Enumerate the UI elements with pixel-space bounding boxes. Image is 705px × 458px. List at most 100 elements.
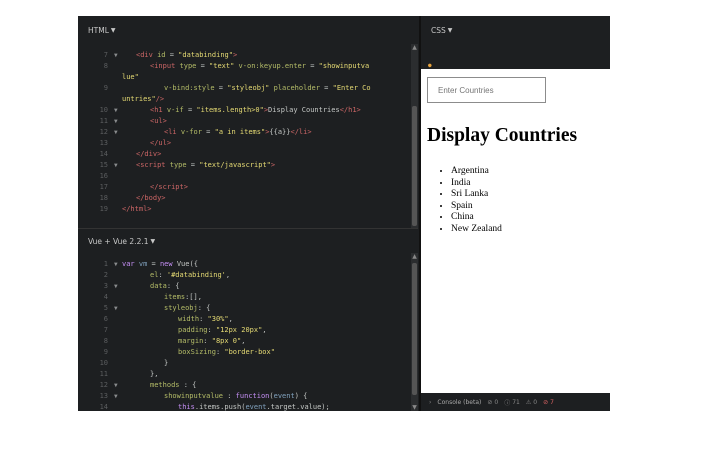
line-number: 16: [99, 172, 108, 180]
code-line: 1 ▼ var vm = new Vue({: [78, 259, 408, 270]
line-number: 7: [103, 326, 108, 334]
line-number: 3: [103, 282, 108, 290]
code-line: 5 ▼ styleobj: {: [78, 303, 408, 314]
error-icon: ⊘: [543, 398, 549, 406]
scroll-up-icon[interactable]: ▲: [411, 253, 418, 260]
js-scrollbar[interactable]: ▲ ▼: [411, 253, 418, 411]
fold-toggle-icon[interactable]: ▼: [114, 105, 118, 116]
line-number: 12: [99, 381, 108, 389]
code-line: 7 padding: "12px 20px",: [78, 325, 408, 336]
css-panel-header[interactable]: CSS ▼: [421, 16, 610, 44]
html-scrollbar[interactable]: ▲: [411, 44, 418, 228]
chevron-down-icon[interactable]: ▼: [448, 27, 453, 34]
count-value: 0: [533, 398, 538, 406]
code-text: showinputvalue : function(event) {: [164, 392, 308, 400]
display-heading: Display Countries: [427, 125, 578, 146]
console-error-count[interactable]: ⊘ 7: [543, 399, 554, 406]
console-bar[interactable]: › Console (beta) ⊘ 0 ⓘ 71 ⚠ 0 ⊘ 7: [421, 393, 610, 411]
console-count[interactable]: ⓘ 71: [504, 398, 520, 407]
code-text: width: "30%",: [178, 315, 233, 323]
line-number: 18: [99, 194, 108, 202]
info-icon: ⓘ: [504, 399, 511, 407]
code-text: </script>: [150, 183, 188, 191]
code-text: }: [164, 359, 169, 367]
code-line: 7 ▼ <div id = "databinding">: [78, 50, 408, 61]
line-number: 12: [99, 128, 108, 136]
fold-toggle-icon[interactable]: ▼: [114, 303, 118, 314]
code-line: 6 width: "30%",: [78, 314, 408, 325]
line-number: 19: [99, 205, 108, 213]
code-line: 13 ▼ showinputvalue : function(event) {: [78, 391, 408, 402]
line-number: 14: [99, 403, 108, 411]
code-text: lue": [122, 73, 139, 81]
count-value: 0: [494, 398, 499, 406]
country-list: ArgentinaIndiaSri LankaSpainChinaNew Zea…: [427, 166, 502, 235]
line-number: 13: [99, 139, 108, 147]
console-count[interactable]: ⚠ 0: [526, 399, 537, 406]
fold-toggle-icon[interactable]: ▼: [114, 259, 118, 270]
code-line: 4 items:[],: [78, 292, 408, 303]
code-text: margin: "8px 0",: [178, 337, 246, 345]
console-label[interactable]: Console (beta): [437, 399, 481, 406]
code-text: },: [150, 370, 159, 378]
code-text: el: '#databinding',: [150, 271, 231, 279]
scroll-down-icon[interactable]: ▼: [411, 404, 418, 411]
code-line: 13 </ul>: [78, 138, 408, 149]
code-text: <li v-for = "a in items">{{a}}</li>: [164, 128, 312, 136]
code-line: 15 ▼ <script type = "text/javascript">: [78, 160, 408, 171]
warning-icon: ⚠: [525, 398, 532, 406]
code-line: 8 <input type = "text" v-on:keyup.enter =…: [78, 61, 408, 72]
country-item: Sri Lanka: [451, 189, 502, 201]
html-panel-header[interactable]: HTML ▼: [78, 16, 418, 44]
js-panel-header[interactable]: Vue + Vue 2.2.1 ▼: [78, 229, 418, 253]
code-text: untries"/>: [122, 95, 165, 103]
code-line: 2 el: '#databinding',: [78, 270, 408, 281]
html-panel-title: HTML: [88, 25, 109, 35]
line-number: 1: [103, 260, 108, 268]
line-number: 14: [99, 150, 108, 158]
html-code-editor[interactable]: 7 ▼ <div id = "databinding"> 8 <input type =…: [78, 44, 408, 228]
code-line: 12 ▼ <li v-for = "a in items">{{a}}</li>: [78, 127, 408, 138]
fold-toggle-icon[interactable]: ▼: [114, 116, 118, 127]
line-number: 7: [103, 51, 108, 59]
scroll-thumb[interactable]: [412, 263, 417, 395]
code-text: <script type = "text/javascript">: [136, 161, 276, 169]
country-item: India: [451, 178, 502, 190]
chevron-right-icon[interactable]: ›: [429, 399, 431, 406]
line-number: 10: [99, 106, 108, 114]
css-panel-title: CSS: [431, 25, 446, 35]
fold-toggle-icon[interactable]: ▼: [114, 281, 118, 292]
count-value: 7: [550, 398, 554, 406]
fold-toggle-icon[interactable]: ▼: [114, 127, 118, 138]
js-panel-title: Vue + Vue 2.2.1: [88, 236, 149, 246]
country-input[interactable]: [427, 77, 546, 103]
country-item: China: [451, 212, 502, 224]
fold-toggle-icon[interactable]: ▼: [114, 391, 118, 402]
line-number: 8: [103, 62, 108, 70]
line-number: 9: [103, 84, 108, 92]
scroll-thumb[interactable]: [412, 106, 417, 226]
code-text: var vm = new Vue({: [122, 260, 198, 268]
line-number: 11: [99, 370, 108, 378]
code-text: data: {: [150, 282, 180, 290]
code-text: <h1 v-if = "items.length>0">Display Coun…: [150, 106, 361, 114]
code-text: methods : {: [150, 381, 197, 389]
code-line: 17 </script>: [78, 182, 408, 193]
scroll-up-icon[interactable]: ▲: [411, 44, 418, 51]
code-text: padding: "12px 20px",: [178, 326, 267, 334]
chevron-down-icon[interactable]: ▼: [151, 238, 156, 245]
fold-toggle-icon[interactable]: ▼: [114, 380, 118, 391]
line-number: 15: [99, 161, 108, 169]
chevron-down-icon[interactable]: ▼: [111, 27, 116, 34]
line-number: 13: [99, 392, 108, 400]
code-line: 11 ▼ <ul>: [78, 116, 408, 127]
line-number: 2: [103, 271, 108, 279]
fold-toggle-icon[interactable]: ▼: [114, 50, 118, 61]
css-code-editor[interactable]: ● 1 label { display: block; margin: 0: [421, 44, 610, 91]
code-line: 12 ▼ methods : {: [78, 380, 408, 391]
log-icon: ⊘: [487, 398, 493, 406]
fold-toggle-icon[interactable]: ▼: [114, 160, 118, 171]
js-code-editor[interactable]: 1 ▼ var vm = new Vue({ 2 el: '#databinding',…: [78, 253, 408, 411]
console-count[interactable]: ⊘ 0: [487, 399, 498, 406]
code-text: items:[],: [164, 293, 202, 301]
